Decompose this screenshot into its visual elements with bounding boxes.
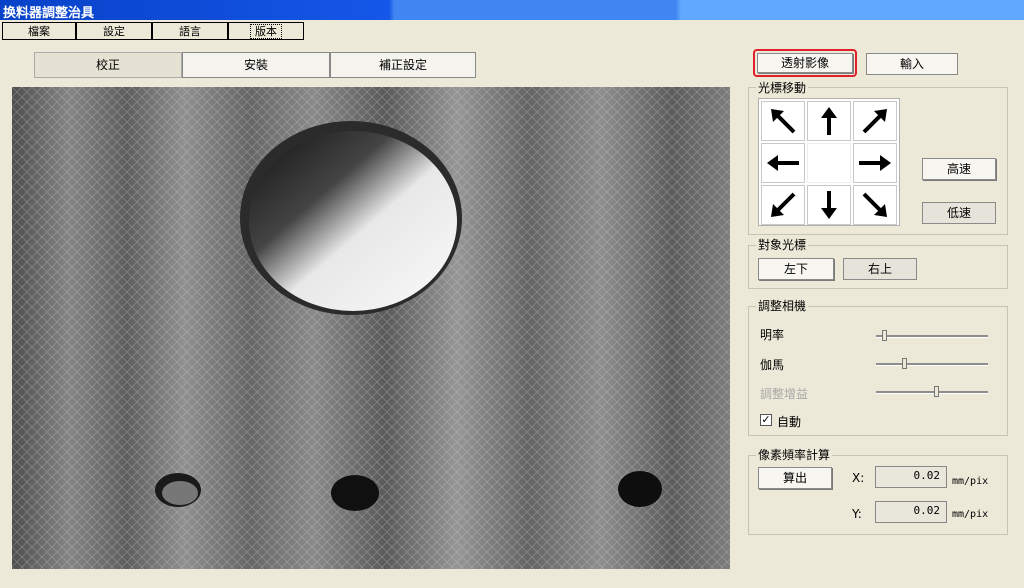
gain-slider[interactable] (876, 391, 988, 394)
adjust-camera-title: 調整相機 (756, 297, 809, 314)
arrow-up-left-icon[interactable] (761, 101, 805, 141)
arrow-up-icon[interactable] (807, 101, 851, 141)
tab-calibrate[interactable]: 校正 (34, 52, 182, 78)
menu-settings[interactable]: 設定 (76, 22, 152, 40)
menu-language[interactable]: 語言 (152, 22, 228, 40)
arrow-pad-center (807, 143, 851, 183)
gamma-slider[interactable] (876, 363, 988, 366)
target-cursor-title: 對象光標 (756, 236, 809, 253)
tab-install[interactable]: 安裝 (182, 52, 330, 78)
brightness-slider-thumb[interactable] (881, 330, 887, 341)
brightness-slider[interactable] (876, 335, 988, 338)
fast-button[interactable]: 高速 (922, 158, 996, 180)
camera-image (12, 87, 730, 569)
y-label: Y: (852, 507, 862, 521)
tab-label: 校正 (95, 58, 120, 72)
bottom-left-button[interactable]: 左下 (758, 258, 834, 280)
auto-label: 自動 (777, 415, 802, 429)
auto-checkbox[interactable]: ✓ (760, 414, 772, 426)
y-value-field[interactable]: 0.02 (875, 501, 947, 523)
menu-version[interactable]: 版本 (228, 22, 304, 40)
arrow-left-icon[interactable] (761, 143, 805, 183)
input-button[interactable]: 輸入 (866, 53, 958, 75)
slow-button[interactable]: 低速 (922, 202, 996, 224)
brightness-label: 明率 (760, 328, 785, 342)
arrow-down-left-icon[interactable] (761, 185, 805, 225)
arrow-down-right-icon[interactable] (853, 185, 897, 225)
tab-label: 安裝 (243, 58, 268, 72)
gain-label: 調整增益 (760, 387, 809, 401)
cursor-move-title: 光標移動 (756, 79, 809, 96)
y-unit: mm/pix (952, 509, 989, 520)
tab-compensation-settings[interactable]: 補正設定 (330, 52, 476, 78)
calculate-button[interactable]: 算出 (758, 467, 832, 489)
gamma-label: 伽馬 (760, 358, 785, 372)
title-bar: 换料器調整治具 (0, 0, 1024, 21)
arrow-pad (758, 98, 900, 226)
gain-slider-thumb[interactable] (934, 386, 940, 397)
gamma-slider-thumb[interactable] (901, 358, 907, 369)
x-label: X: (852, 471, 865, 485)
top-right-button[interactable]: 右上 (843, 258, 917, 280)
arrow-up-right-icon[interactable] (853, 101, 897, 141)
pixel-rate-title: 像素頻率計算 (756, 446, 833, 463)
x-value-field[interactable]: 0.02 (875, 466, 947, 488)
tab-label: 補正設定 (378, 58, 427, 72)
menu-file[interactable]: 檔案 (2, 22, 76, 40)
window-title: 换料器調整治具 (3, 6, 95, 21)
arrow-down-icon[interactable] (807, 185, 851, 225)
x-unit: mm/pix (952, 476, 989, 487)
arrow-right-icon[interactable] (853, 143, 897, 183)
transmit-image-button[interactable]: 透射影像 (757, 53, 853, 73)
